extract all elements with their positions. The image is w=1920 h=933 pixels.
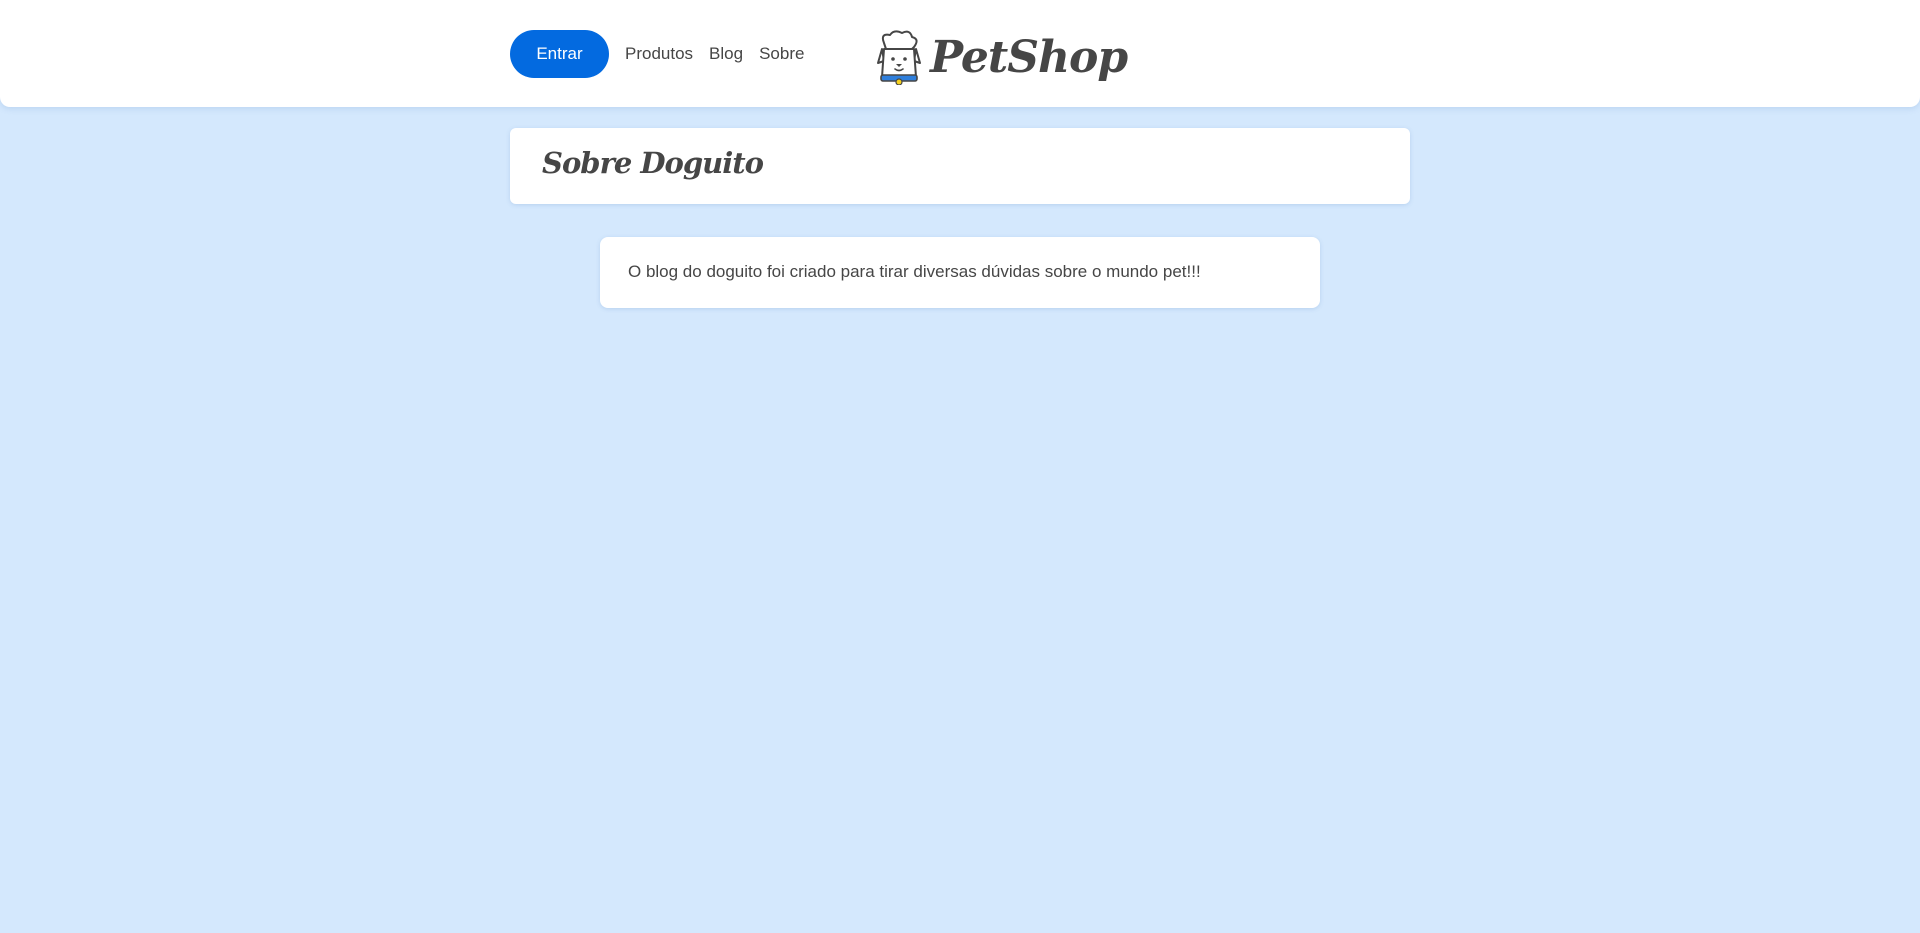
about-text: O blog do doguito foi criado para tirar … — [628, 262, 1201, 281]
nav-link-products[interactable]: Produtos — [625, 44, 693, 64]
nav-link-about[interactable]: Sobre — [759, 44, 804, 64]
login-button[interactable]: Entrar — [510, 30, 609, 78]
site-logo[interactable]: PetShop — [874, 24, 1128, 90]
site-header: Entrar Produtos Blog Sobre PetShop — [0, 0, 1920, 107]
nav-link-blog[interactable]: Blog — [709, 44, 743, 64]
about-content-card: O blog do doguito foi criado para tirar … — [600, 237, 1320, 308]
main-nav: Produtos Blog Sobre — [625, 30, 804, 78]
dog-chef-icon — [877, 30, 921, 85]
page-title-card: Sobre Doguito — [510, 128, 1410, 204]
page-title: Sobre Doguito — [542, 146, 764, 180]
logo-text: PetShop — [930, 31, 1128, 83]
